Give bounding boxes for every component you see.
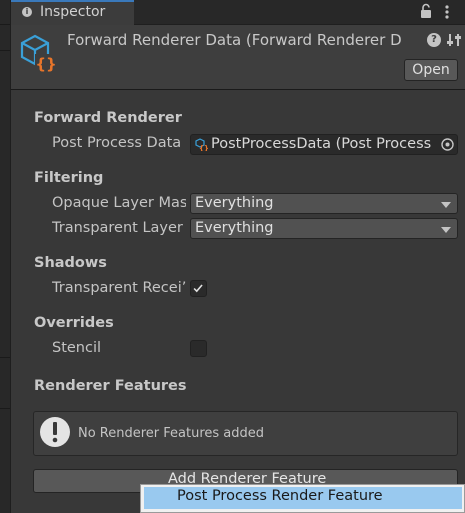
object-picker-icon[interactable] [440,137,455,152]
popup-item-label: Post Process Render Feature [177,488,383,504]
kebab-menu-icon[interactable] [443,4,451,20]
section-title-renderer-features: Renderer Features [34,378,187,394]
left-panel-divider [0,408,10,409]
left-panel-divider [0,357,10,358]
help-icon[interactable]: ? [427,33,441,47]
left-panel-edge [0,0,11,513]
open-button[interactable]: Open [404,59,458,81]
section-title-filtering: Filtering [34,170,104,186]
header-title: Forward Renderer Data (Forward Renderer … [67,31,402,49]
settings-sliders-icon[interactable] [447,33,461,47]
left-panel-divider [0,24,10,25]
section-title-overrides: Overrides [34,315,114,331]
dropdown-arrow-icon [441,227,451,233]
dropdown-arrow-icon [441,202,451,208]
transparent-layer-mask-dropdown[interactable]: Everything [190,218,458,239]
info-icon: i [22,7,32,17]
transparent-receive-shadows-label: Transparent Recei’ [52,280,186,296]
post-process-data-field[interactable]: {} PostProcessData (Post Process [190,134,458,155]
transparent-layer-mask-label: Transparent Layer [52,220,183,236]
tab-label: Inspector [40,4,106,20]
stencil-label: Stencil [52,340,102,356]
transparent-layer-mask-value: Everything [195,220,274,236]
svg-text:{}: {} [199,145,208,152]
opaque-layer-mask-value: Everything [195,195,274,211]
lock-icon[interactable] [419,3,433,19]
renderer-features-empty-message: No Renderer Features added [78,426,265,441]
renderer-asset-icon: {} [195,138,208,151]
post-process-data-value: PostProcessData (Post Process [211,136,432,152]
checkmark-icon [193,284,203,293]
svg-text:{}: {} [35,55,56,73]
transparent-receive-shadows-checkbox[interactable] [190,280,207,297]
stencil-checkbox[interactable] [190,340,207,357]
left-panel-divider [0,50,10,51]
section-title-forward-renderer: Forward Renderer [34,110,182,126]
opaque-layer-mask-dropdown[interactable]: Everything [190,193,458,214]
post-process-data-label: Post Process Data [52,135,182,151]
renderer-asset-icon: {} [20,34,57,73]
section-title-shadows: Shadows [34,255,107,271]
warning-icon [40,417,70,447]
opaque-layer-mask-label: Opaque Layer Mas [52,195,186,211]
